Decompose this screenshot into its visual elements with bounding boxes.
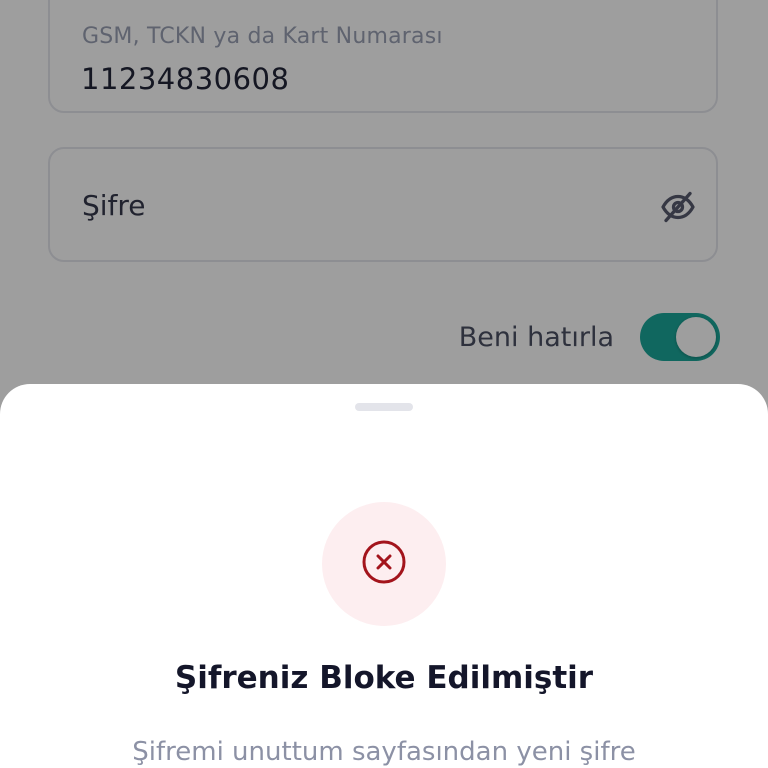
sheet-drag-handle[interactable] — [355, 403, 413, 411]
error-circle-x-icon — [361, 539, 407, 589]
sheet-title: Şifreniz Bloke Edilmiştir — [174, 660, 594, 696]
blocked-password-sheet: Şifreniz Bloke Edilmiştir Şifremi unuttu… — [0, 384, 768, 768]
sheet-description: Şifremi unuttum sayfasından yeni şifre — [132, 737, 636, 767]
status-icon-container — [322, 502, 446, 626]
